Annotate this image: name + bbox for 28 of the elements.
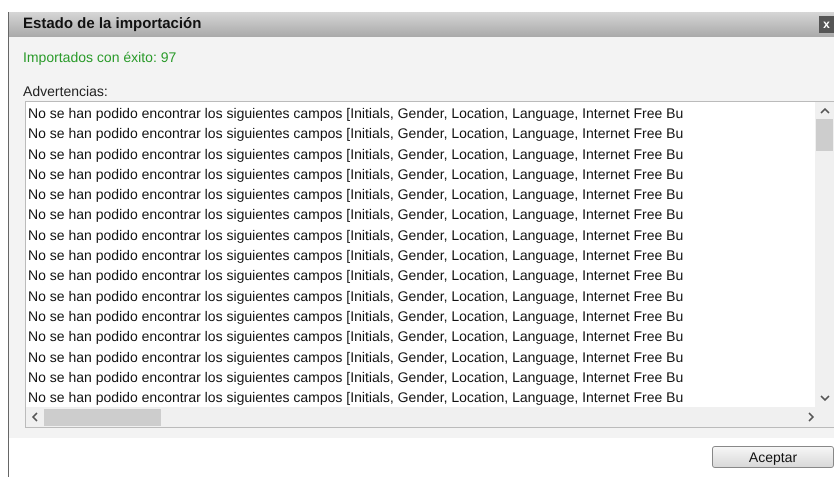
warning-row-text: No se han podido encontrar los siguientes campos [Initials, Gender, Location, Language, Internet Free Bu	[28, 185, 684, 204]
warning-row-text: No se han podido encontrar los siguientes campos [Initials, Gender, Location, Language, Internet Free Bu	[28, 327, 684, 346]
warning-row-text: No se han podido encontrar los siguientes campos [Initials, Gender, Location, Language, Internet Free Bu	[28, 368, 684, 387]
window-title: Estado de la importación	[23, 14, 202, 34]
scroll-up-icon[interactable]	[820, 108, 830, 114]
warning-row-text: No se han podido encontrar los siguientes campos [Initials, Gender, Location, Language, Internet Free Bu	[28, 306, 684, 326]
warning-row-text: No se han podido encontrar los siguientes campos [Initials, Gender, Location, Language, Internet Free Bu	[28, 124, 684, 144]
success-message: Importados con éxito: 97	[23, 48, 178, 67]
scroll-left-icon[interactable]	[32, 412, 38, 422]
warning-row-text: No se han podido encontrar los siguientes campos [Initials, Gender, Location, Language, Internet Free Bu	[28, 388, 684, 407]
close-button[interactable]: x	[819, 16, 834, 33]
warning-row-text: No se han podido encontrar los siguientes campos [Initials, Gender, Location, Language, Internet Free Bu	[28, 348, 684, 367]
scroll-right-icon[interactable]	[808, 412, 814, 422]
vertical-scrollbar[interactable]	[815, 102, 834, 407]
warning-row-text: No se han podido encontrar los siguientes campos [Initials, Gender, Location, Language, Internet Free Bu	[28, 104, 684, 123]
warning-row-text: No se han podido encontrar los siguientes campos [Initials, Gender, Location, Language, Internet Free Bu	[28, 286, 684, 306]
scrollbar-thumb[interactable]	[816, 119, 833, 151]
warnings-label: Advertencias:	[23, 82, 109, 99]
horizontal-scrollbar[interactable]	[26, 407, 834, 427]
warning-row-text: No se han podido encontrar los siguientes campos [Initials, Gender, Location, Language, Internet Free Bu	[28, 246, 684, 266]
scrollbar-thumb[interactable]	[44, 408, 161, 426]
warning-row-text: No se han podido encontrar los siguientes campos [Initials, Gender, Location, Language, Internet Free Bu	[28, 205, 684, 224]
scroll-down-icon[interactable]	[820, 395, 830, 401]
warning-row-text: No se han podido encontrar los siguientes campos [Initials, Gender, Location, Language, Internet Free Bu	[28, 226, 684, 245]
warning-row-text: No se han podido encontrar los siguientes campos [Initials, Gender, Location, Language, Internet Free Bu	[28, 164, 684, 184]
warning-row-text: No se han podido encontrar los siguientes campos [Initials, Gender, Location, Language, Internet Free Bu	[28, 266, 684, 286]
accept-button[interactable]: Aceptar	[712, 446, 834, 468]
warning-row-text: No se han podido encontrar los siguientes campos [Initials, Gender, Location, Language, Internet Free Bu	[28, 144, 684, 164]
